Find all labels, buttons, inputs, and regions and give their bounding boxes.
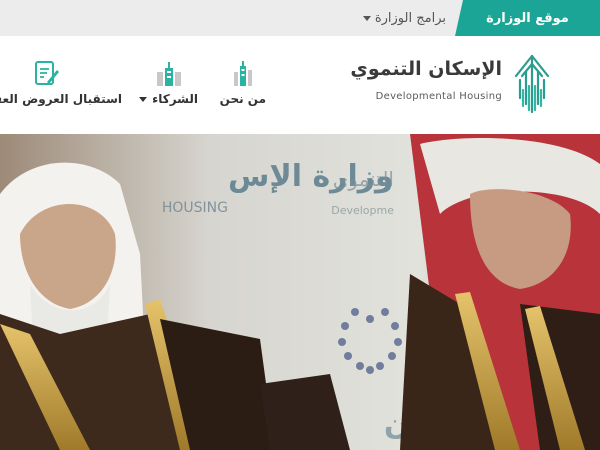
backdrop-text-4: Developme	[331, 204, 394, 217]
nav-label-about: من نحن	[219, 92, 266, 106]
buildings-icon	[156, 62, 181, 86]
nav-label-offers: استقبال العروض العقارية	[0, 92, 122, 106]
ministry-site-tab[interactable]: موقع الوزارة	[455, 0, 600, 36]
backdrop-text-3: التنموي	[333, 167, 394, 192]
ministry-site-label: موقع الوزارة	[486, 10, 569, 26]
site-header: الإسكان التنموي Developmental Housing من…	[0, 36, 600, 134]
person-right	[400, 134, 600, 450]
chevron-down-icon	[362, 15, 371, 21]
top-bar: برامج الوزارة موقع الوزارة	[0, 0, 600, 36]
logo[interactable]: الإسكان التنموي Developmental Housing	[350, 52, 554, 116]
nav-item-about[interactable]: من نحن	[220, 58, 266, 106]
ministry-programs-label: برامج الوزارة	[374, 10, 446, 26]
nav-item-partners[interactable]: الشركاء	[139, 58, 198, 106]
nav-label-partners: الشركاء	[139, 92, 198, 106]
nav-item-offers[interactable]: استقبال العروض العقارية	[0, 58, 122, 106]
logo-name-en: Developmental Housing	[375, 91, 502, 102]
building-icon	[233, 61, 252, 86]
chevron-down-icon	[139, 96, 148, 102]
logo-name-ar: الإسكان التنموي	[350, 58, 502, 80]
ministry-programs-dropdown[interactable]: برامج الوزارة	[359, 0, 450, 36]
backdrop-text-2: HOUSING	[162, 200, 228, 216]
logo-mark-icon	[514, 54, 550, 114]
hero-photo: وزارة الإس HOUSING التنموي Developme لإس…	[0, 134, 600, 450]
document-pen-icon	[35, 61, 60, 85]
hero-banner: وزارة الإس HOUSING التنموي Developme لإس…	[0, 134, 600, 450]
partners-text: الشركاء	[152, 92, 198, 106]
